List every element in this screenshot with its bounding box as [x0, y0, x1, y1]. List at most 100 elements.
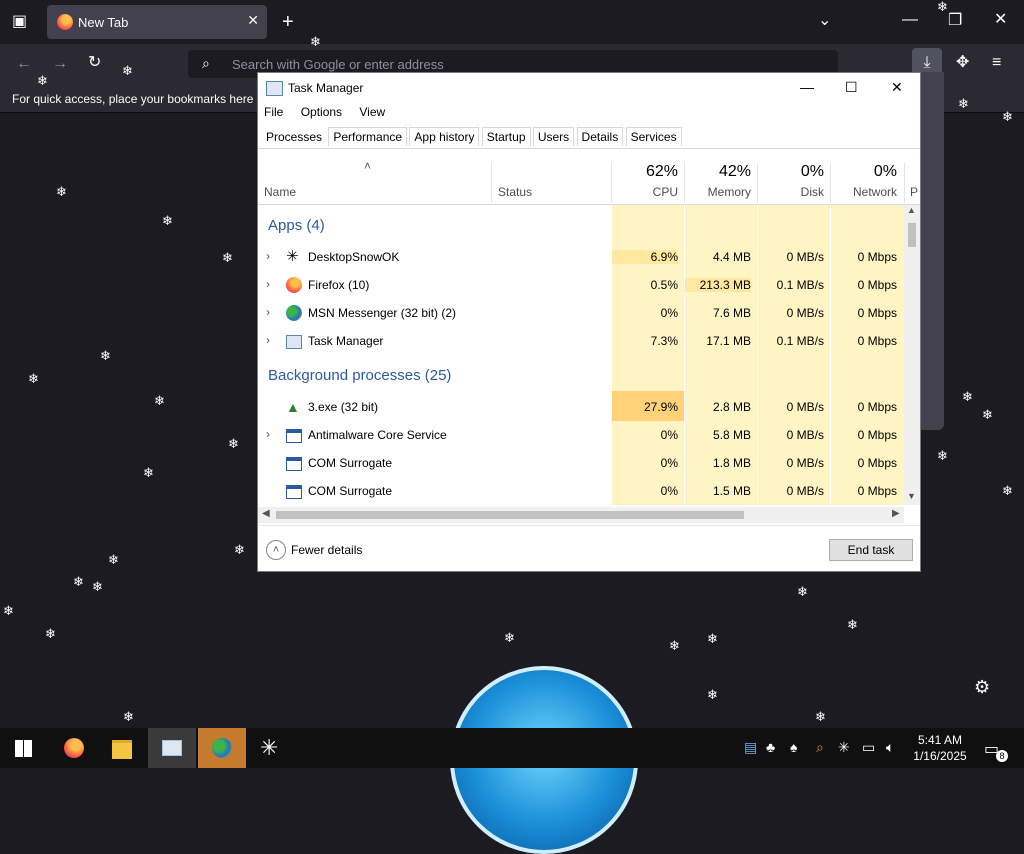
- task-manager-icon: [286, 335, 302, 349]
- clock-date: 1/16/2025: [913, 749, 967, 763]
- scroll-left-icon[interactable]: ◀: [262, 508, 270, 519]
- disk-cell: 0 MB/s: [786, 250, 824, 264]
- expand-icon[interactable]: ›: [266, 427, 270, 441]
- expand-icon[interactable]: ›: [266, 249, 270, 263]
- extensions-icon[interactable]: ✥: [956, 55, 969, 71]
- taskbar-task-manager[interactable]: [148, 728, 196, 768]
- divider: [904, 163, 905, 203]
- tab-services[interactable]: Services: [625, 127, 682, 146]
- column-status[interactable]: Status: [498, 185, 532, 199]
- snowflake-icon: ❄: [937, 448, 948, 463]
- minimize-icon[interactable]: —: [902, 12, 918, 28]
- taskbar-file-explorer[interactable]: [98, 728, 146, 768]
- scroll-thumb[interactable]: [908, 223, 916, 247]
- column-cpu[interactable]: CPU: [612, 185, 678, 199]
- background-group-header[interactable]: Background processes (25): [268, 367, 451, 384]
- tab-app-history[interactable]: App history: [409, 127, 480, 146]
- disk-cell: 0 MB/s: [786, 456, 824, 470]
- chevron-up-icon[interactable]: ˄: [266, 540, 286, 560]
- end-task-button[interactable]: End task: [829, 539, 913, 561]
- tab-performance[interactable]: Performance: [328, 127, 408, 146]
- table-row[interactable]: › Antimalware Core Service 0% 5.8 MB 0 M…: [258, 421, 904, 449]
- process-name: Task Manager: [308, 334, 384, 348]
- close-window-icon[interactable]: ✕: [994, 12, 1007, 28]
- snowflake-icon: ❄: [37, 73, 48, 88]
- taskbar-desktopsnow[interactable]: ✳: [248, 728, 296, 768]
- apps-group-header[interactable]: Apps (4): [268, 217, 325, 234]
- tab-new-tab[interactable]: New Tab ✕: [47, 5, 267, 39]
- disk-cell: 0.1 MB/s: [776, 278, 824, 292]
- expand-icon[interactable]: ›: [266, 333, 270, 347]
- menu-options[interactable]: Options: [301, 105, 342, 119]
- firefox-icon: [57, 14, 73, 30]
- tray-msn-icon[interactable]: ♣: [766, 739, 775, 755]
- table-row[interactable]: › Firefox (10) 0.5% 213.3 MB 0.1 MB/s 0 …: [258, 271, 904, 299]
- scroll-thumb[interactable]: [276, 511, 744, 519]
- snowflake-icon: ❄: [669, 638, 680, 653]
- volume-icon[interactable]: 🔈︎: [886, 739, 894, 756]
- restore-icon[interactable]: ❐: [948, 13, 962, 29]
- column-power[interactable]: P: [910, 185, 918, 199]
- scroll-up-icon[interactable]: ▲: [907, 205, 916, 215]
- table-row[interactable]: COM Surrogate 0% 1.5 MB 0 MB/s 0 Mbps: [258, 477, 904, 505]
- footer: ˄ Fewer details End task: [258, 525, 920, 572]
- cpu-cell: 0%: [660, 456, 678, 470]
- chevron-down-icon[interactable]: ⌄: [818, 13, 831, 29]
- column-memory[interactable]: Memory: [685, 185, 751, 199]
- divider: [491, 163, 492, 203]
- tab-users[interactable]: Users: [532, 127, 575, 146]
- snowflake-icon: ❄: [28, 371, 39, 386]
- start-button[interactable]: [0, 728, 48, 768]
- maximize-icon[interactable]: ☐: [845, 79, 858, 96]
- column-disk[interactable]: Disk: [758, 185, 824, 199]
- reload-icon[interactable]: ↻: [88, 55, 101, 71]
- taskbar-firefox[interactable]: [50, 728, 98, 768]
- snowflake-app-icon: ✳: [260, 735, 279, 760]
- tab-processes[interactable]: Processes: [262, 128, 327, 146]
- column-name[interactable]: Name: [264, 185, 296, 199]
- minimize-icon[interactable]: —: [800, 79, 814, 95]
- network-icon[interactable]: ▭: [862, 739, 875, 756]
- expand-icon[interactable]: ›: [266, 277, 270, 291]
- table-row[interactable]: › Task Manager 7.3% 17.1 MB 0.1 MB/s 0 M…: [258, 327, 904, 355]
- clock[interactable]: 5:41 AM 1/16/2025: [910, 732, 970, 764]
- tray-search-icon[interactable]: ⌕: [816, 739, 824, 756]
- disk-cell: 0 MB/s: [786, 306, 824, 320]
- new-tab-icon[interactable]: +: [282, 12, 294, 32]
- column-network[interactable]: Network: [831, 185, 897, 199]
- network-cell: 0 Mbps: [857, 428, 897, 442]
- folder-icon: [112, 740, 132, 759]
- menu-view[interactable]: View: [359, 105, 385, 119]
- table-row[interactable]: › ✳ DesktopSnowOK 6.9% 4.4 MB 0 MB/s 0 M…: [258, 243, 904, 271]
- settings-gear-icon[interactable]: ⚙: [974, 678, 990, 696]
- taskbar-msn-messenger[interactable]: [198, 728, 246, 768]
- horizontal-scrollbar[interactable]: ◀ ▶: [258, 507, 904, 523]
- table-row[interactable]: COM Surrogate 0% 1.8 MB 0 MB/s 0 Mbps: [258, 449, 904, 477]
- table-row[interactable]: ▲ 3.exe (32 bit) 27.9% 2.8 MB 0 MB/s 0 M…: [258, 391, 904, 421]
- tab-details[interactable]: Details: [576, 127, 624, 146]
- forward-icon[interactable]: →: [52, 56, 68, 72]
- snowflake-icon: ❄: [100, 348, 111, 363]
- expand-icon[interactable]: ›: [266, 305, 270, 319]
- menu-icon[interactable]: ≡: [992, 55, 1001, 71]
- back-icon[interactable]: ←: [16, 56, 32, 72]
- vertical-scrollbar[interactable]: ▲ ▼: [904, 205, 920, 505]
- scroll-right-icon[interactable]: ▶: [892, 508, 900, 519]
- tab-list-icon[interactable]: ▣: [12, 14, 27, 30]
- table-row[interactable]: › MSN Messenger (32 bit) (2) 0% 7.6 MB 0…: [258, 299, 904, 327]
- memory-cell: 1.8 MB: [712, 456, 751, 470]
- scroll-down-icon[interactable]: ▼: [907, 491, 916, 501]
- close-icon[interactable]: ✕: [891, 79, 903, 96]
- memory-cell: 4.4 MB: [712, 250, 751, 264]
- tray-snow-icon[interactable]: ✳: [838, 739, 850, 756]
- menu-file[interactable]: File: [264, 105, 283, 119]
- tab-title: New Tab: [78, 15, 129, 30]
- snowflake-icon: ❄: [154, 393, 165, 408]
- tray-window-icon[interactable]: ▤: [744, 739, 757, 756]
- cpu-cell: 7.3%: [650, 334, 678, 348]
- network-cell: 0 Mbps: [857, 334, 897, 348]
- close-tab-icon[interactable]: ✕: [247, 12, 259, 29]
- tray-tree-icon[interactable]: ♠: [790, 739, 797, 755]
- tab-startup[interactable]: Startup: [481, 127, 531, 146]
- fewer-details-link[interactable]: Fewer details: [291, 543, 362, 557]
